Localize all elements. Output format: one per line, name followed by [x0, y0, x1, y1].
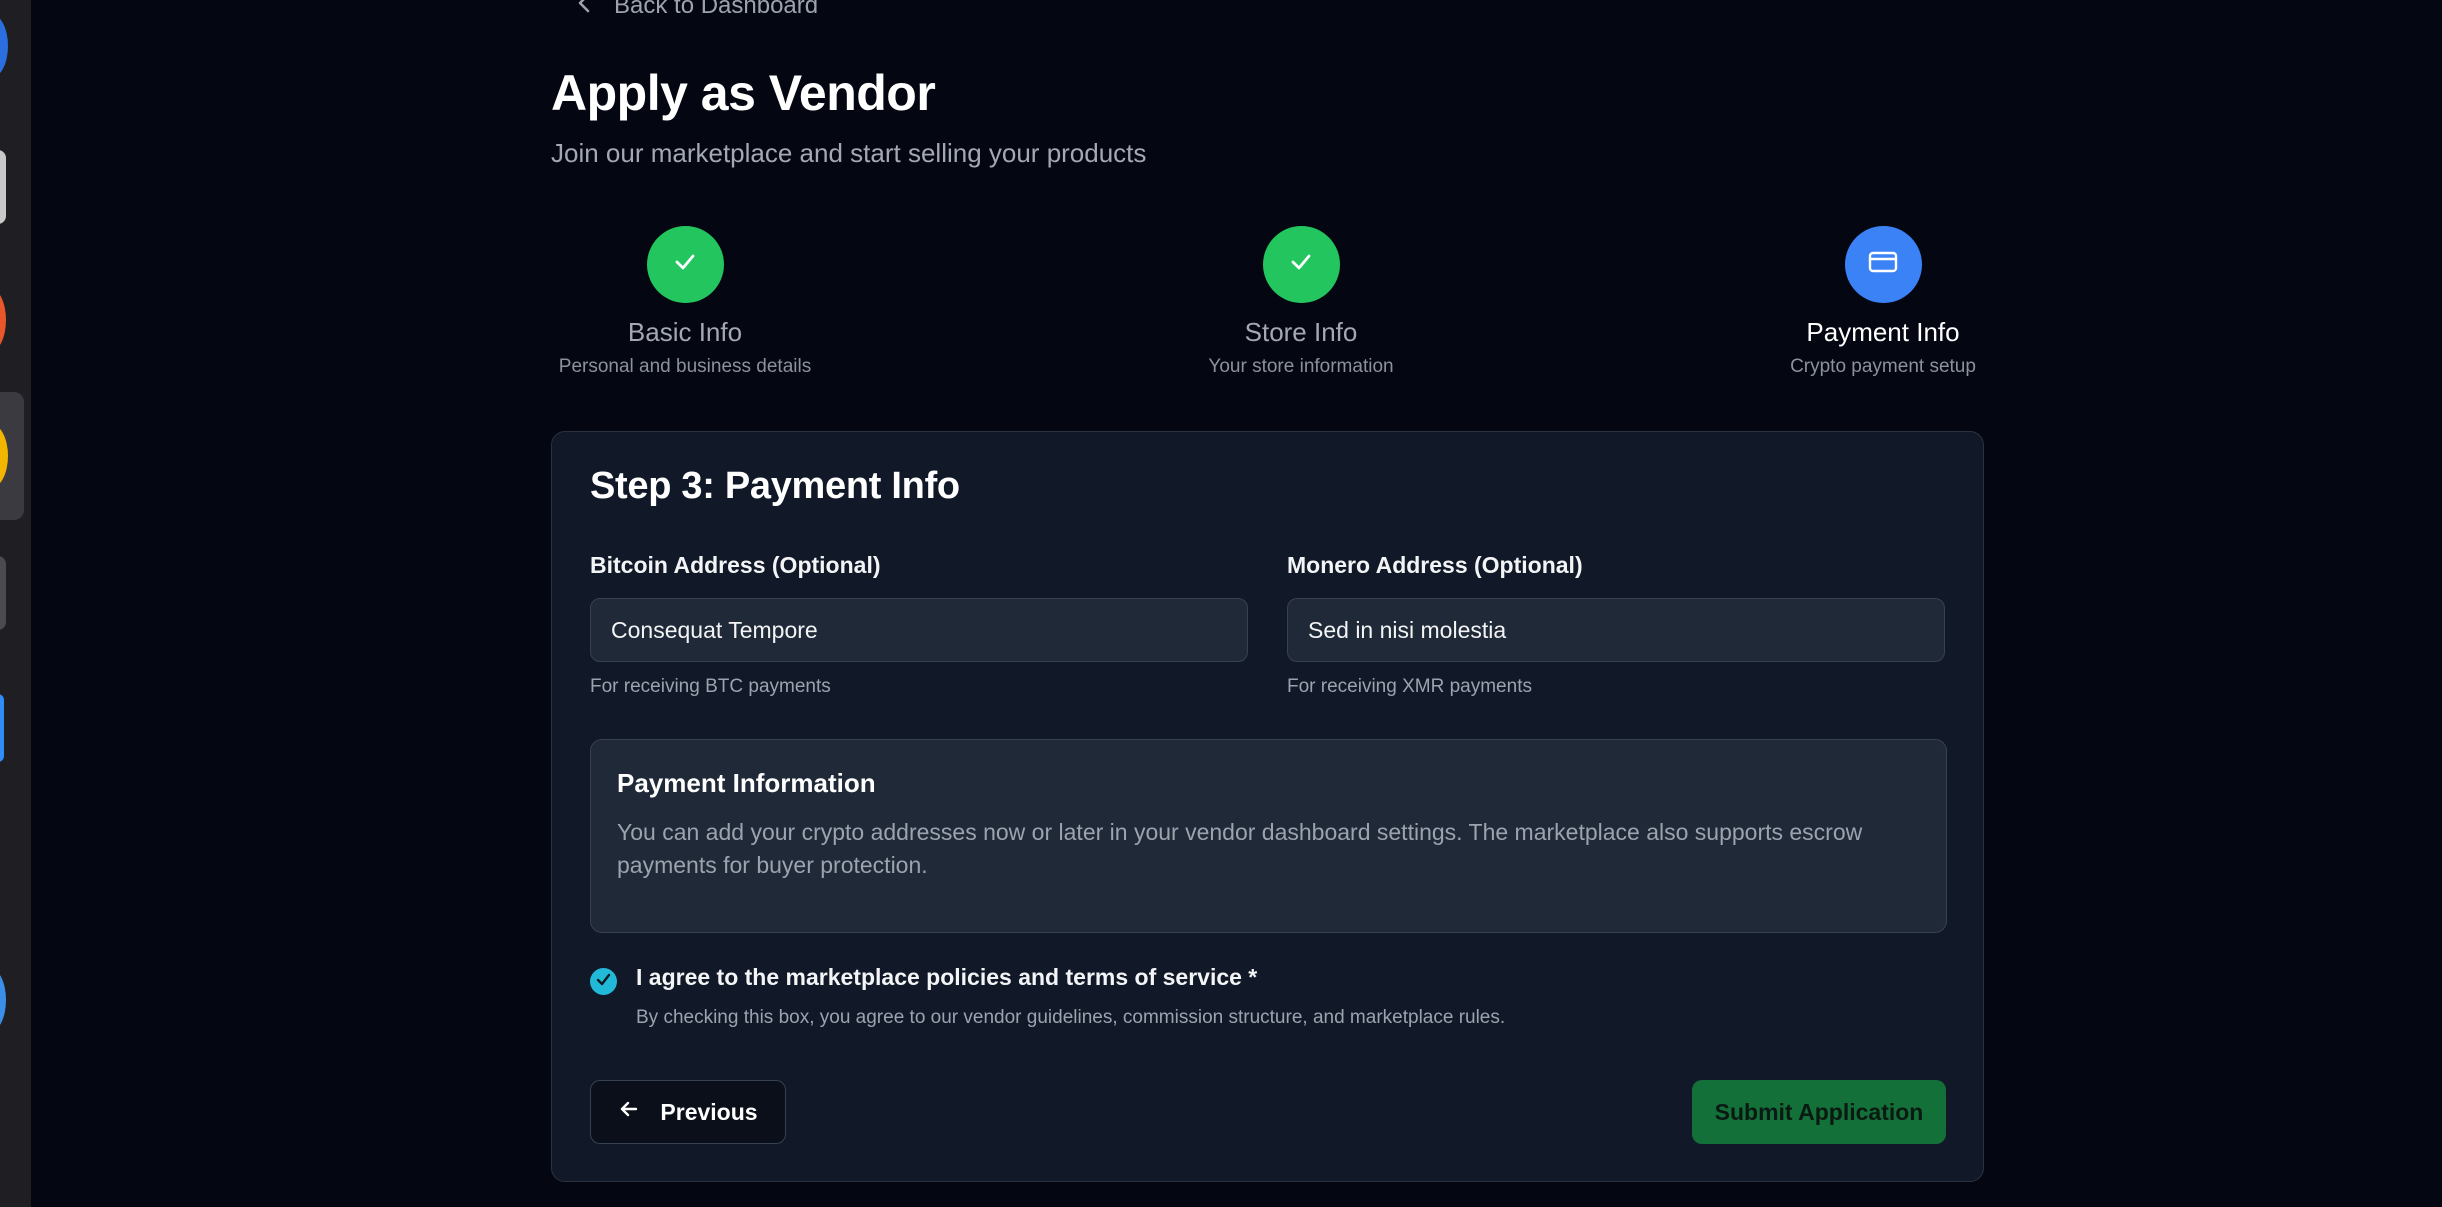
step-complete-badge: [646, 226, 724, 303]
payment-information-text: You can add your crypto addresses now or…: [617, 819, 1863, 878]
card-title: Step 3: Payment Info: [590, 465, 960, 507]
step-title: Payment Info: [1806, 317, 1960, 347]
monero-address-input[interactable]: [1287, 598, 1945, 662]
credit-card-icon: [1866, 245, 1900, 284]
monero-address-label: Monero Address (Optional): [1287, 552, 1583, 578]
step-title: Basic Info: [627, 317, 743, 347]
page-subtitle: Join our marketplace and start selling y…: [551, 138, 1147, 168]
previous-button[interactable]: Previous: [590, 1080, 786, 1144]
step-description: Personal and business details: [558, 356, 812, 377]
step-active-badge: [1844, 226, 1922, 303]
step-basic-info: Basic Info Personal and business details: [525, 226, 845, 378]
step-complete-badge: [1262, 226, 1340, 303]
submit-application-button[interactable]: Submit Application: [1692, 1080, 1946, 1144]
step-title: Store Info: [1244, 317, 1358, 347]
monero-address-help: For receiving XMR payments: [1287, 676, 1532, 697]
dock-app-icon-2[interactable]: [0, 150, 6, 224]
payment-information-title: Payment Information: [617, 768, 876, 798]
step-store-info: Store Info Your store information: [1141, 226, 1461, 378]
back-to-dashboard-link[interactable]: Back to Dashboard: [576, 0, 818, 20]
payment-information-box: Payment Information You can add your cry…: [590, 739, 1947, 933]
terms-checkbox[interactable]: [590, 968, 617, 995]
page-title: Apply as Vendor: [551, 65, 936, 121]
dock-app-icon-5[interactable]: [0, 556, 6, 630]
payment-info-card: Step 3: Payment Info Bitcoin Address (Op…: [551, 431, 1984, 1182]
step-payment-info: Payment Info Crypto payment setup: [1723, 226, 2043, 378]
check-icon: [670, 247, 700, 282]
check-icon: [1286, 247, 1316, 282]
back-link-label: Back to Dashboard: [614, 0, 819, 19]
dock-app-icon-7[interactable]: [0, 968, 6, 1032]
bitcoin-address-input[interactable]: [590, 598, 1248, 662]
check-icon: [595, 971, 612, 993]
step-description: Crypto payment setup: [1790, 356, 1976, 377]
arrow-left-icon: [618, 1098, 640, 1126]
bitcoin-address-label: Bitcoin Address (Optional): [590, 552, 881, 578]
dock-app-icon-1[interactable]: [0, 14, 8, 78]
bitcoin-address-help: For receiving BTC payments: [590, 676, 831, 697]
dock-app-icon-6[interactable]: [0, 694, 4, 762]
step-description: Your store information: [1208, 356, 1394, 377]
terms-description: By checking this box, you agree to our v…: [636, 1007, 1506, 1028]
arrow-left-icon: [576, 0, 592, 22]
app-dock: [0, 0, 31, 1207]
previous-button-label: Previous: [660, 1098, 758, 1125]
terms-label[interactable]: I agree to the marketplace policies and …: [636, 964, 1257, 991]
main-content: Back to Dashboard Apply as Vendor Join o…: [31, 0, 2442, 1207]
dock-app-icon-3[interactable]: [0, 288, 6, 352]
